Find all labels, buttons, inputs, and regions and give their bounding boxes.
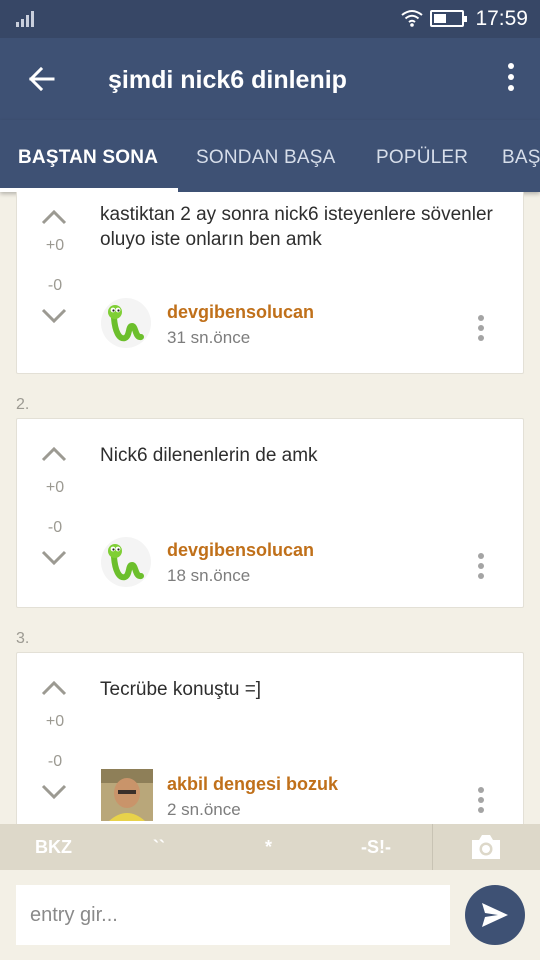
- worm-avatar-icon: [108, 544, 144, 581]
- entry-number: 2.: [16, 396, 30, 413]
- entry-time: 18 sn.önce: [167, 566, 251, 585]
- camera-icon[interactable]: [469, 833, 503, 861]
- upvote-count: +0: [45, 237, 65, 254]
- downvote-icon[interactable]: [41, 307, 67, 325]
- entry-text: Nick6 dilenenlerin de amk: [100, 445, 318, 466]
- more-vert-icon[interactable]: [506, 63, 516, 97]
- tab-bar: BAŞTAN SONA SONDAN BAŞA POPÜLER BAŞ: [0, 120, 540, 192]
- entry-menu-icon[interactable]: [477, 553, 485, 583]
- entry-time: 2 sn.önce: [167, 800, 241, 819]
- avatar[interactable]: [101, 298, 151, 348]
- bkz-button[interactable]: BKZ: [35, 837, 72, 858]
- tab-bas[interactable]: BAŞ: [502, 147, 540, 169]
- entry-number: 3.: [16, 630, 30, 647]
- tab-sondan-basa[interactable]: SONDAN BAŞA: [196, 147, 335, 169]
- avatar[interactable]: [101, 769, 153, 821]
- downvote-count: -0: [47, 519, 63, 536]
- battery-icon: [430, 10, 467, 27]
- person-photo-icon: [101, 769, 153, 821]
- app-bar: şimdi nick6 dinlenip: [0, 38, 540, 120]
- status-bar: 17:59: [0, 0, 540, 38]
- upvote-icon[interactable]: [41, 445, 67, 463]
- entry-card: +0 -0 kastiktan 2 ay sonra nick6 isteyen…: [16, 192, 524, 374]
- toolbar-divider: [432, 824, 433, 870]
- entry-menu-icon[interactable]: [477, 315, 485, 345]
- signal-icon: [16, 11, 38, 27]
- entry-menu-icon[interactable]: [477, 787, 485, 817]
- entry-list: +0 -0 kastiktan 2 ay sonra nick6 isteyen…: [0, 192, 540, 824]
- downvote-icon[interactable]: [41, 549, 67, 567]
- entry-input[interactable]: [16, 885, 450, 945]
- send-button[interactable]: [465, 885, 525, 945]
- upvote-count: +0: [45, 713, 65, 730]
- tab-bastan-sona[interactable]: BAŞTAN SONA: [18, 147, 158, 169]
- page-title: şimdi nick6 dinlenip: [108, 66, 347, 94]
- entry-time: 31 sn.önce: [167, 328, 251, 347]
- entry-card: +0 -0 Tecrübe konuştu =] akbil dengesi b…: [16, 652, 524, 824]
- downvote-count: -0: [47, 277, 63, 294]
- wifi-icon: [401, 10, 423, 27]
- entry-text: Tecrübe konuştu =]: [100, 679, 262, 700]
- format-toolbar: BKZ `` * -S!-: [0, 824, 540, 870]
- downvote-icon[interactable]: [41, 783, 67, 801]
- star-button[interactable]: *: [265, 837, 272, 858]
- tab-populer[interactable]: POPÜLER: [376, 147, 468, 169]
- downvote-count: -0: [47, 753, 63, 770]
- status-time: 17:59: [475, 7, 528, 30]
- author-name[interactable]: devgibensolucan: [167, 540, 314, 561]
- send-icon: [482, 903, 508, 927]
- author-name[interactable]: akbil dengesi bozuk: [167, 774, 338, 795]
- worm-avatar-icon: [108, 305, 144, 342]
- backtick-button[interactable]: ``: [153, 837, 165, 858]
- spoiler-button[interactable]: -S!-: [361, 837, 391, 858]
- upvote-icon[interactable]: [41, 679, 67, 697]
- composer: [0, 870, 540, 960]
- upvote-count: +0: [45, 479, 65, 496]
- upvote-icon[interactable]: [41, 208, 67, 226]
- entry-card: +0 -0 Nick6 dilenenlerin de amk devgiben…: [16, 418, 524, 608]
- back-arrow-icon[interactable]: [24, 62, 58, 96]
- avatar[interactable]: [101, 537, 151, 587]
- entry-text: kastiktan 2 ay sonra nick6 isteyenlere s…: [100, 204, 493, 250]
- author-name[interactable]: devgibensolucan: [167, 302, 314, 323]
